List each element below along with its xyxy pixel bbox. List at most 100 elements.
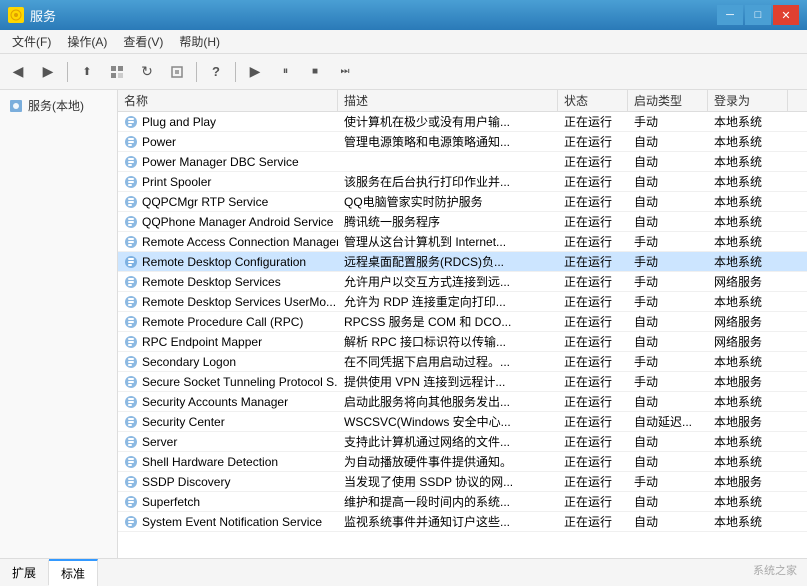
close-button[interactable]: ✕ [773, 5, 799, 25]
table-row[interactable]: Secondary Logon在不同凭据下启用启动过程。...正在运行手动本地系… [118, 352, 807, 372]
table-row[interactable]: Security CenterWSCSVC(Windows 安全中心...正在运… [118, 412, 807, 432]
service-icon [124, 395, 138, 409]
toolbar: ◀ ▶ ⬆ ↻ ? ▶ ⏸ ■ ⏭ [0, 54, 807, 90]
cell-name: Plug and Play [118, 112, 338, 131]
cell-startup: 自动 [628, 132, 708, 151]
table-row[interactable]: Remote Access Connection Manager管理从这台计算机… [118, 232, 807, 252]
toolbar-separator-2 [196, 62, 197, 82]
table-row[interactable]: Power Manager DBC Service正在运行自动本地系统 [118, 152, 807, 172]
cell-desc: 当发现了使用 SSDP 协议的网... [338, 472, 558, 491]
sidebar-item-local[interactable]: 服务(本地) [4, 94, 113, 117]
pause-button[interactable]: ⏸ [271, 58, 299, 86]
menu-view[interactable]: 查看(V) [115, 31, 171, 52]
header-desc[interactable]: 描述 [338, 90, 558, 111]
cell-startup: 自动 [628, 492, 708, 511]
header-login[interactable]: 登录为 [708, 90, 788, 111]
minimize-button[interactable]: ─ [717, 5, 743, 25]
header-startup[interactable]: 启动类型 [628, 90, 708, 111]
show-hide-button[interactable] [103, 58, 131, 86]
tab-standard[interactable]: 标准 [49, 559, 98, 586]
service-name-text: Shell Hardware Detection [142, 455, 278, 469]
cell-status: 正在运行 [558, 272, 628, 291]
table-row[interactable]: QQPhone Manager Android Service腾讯统一服务程序正… [118, 212, 807, 232]
service-name-text: Security Accounts Manager [142, 395, 288, 409]
service-name-text: RPC Endpoint Mapper [142, 335, 262, 349]
menu-file[interactable]: 文件(F) [4, 31, 59, 52]
table-row[interactable]: QQPCMgr RTP ServiceQQ电脑管家实时防护服务正在运行自动本地系… [118, 192, 807, 212]
service-name-text: Power Manager DBC Service [142, 155, 299, 169]
table-row[interactable]: RPC Endpoint Mapper解析 RPC 接口标识符以传输...正在运… [118, 332, 807, 352]
cell-startup: 自动 [628, 392, 708, 411]
export-button[interactable] [163, 58, 191, 86]
cell-desc: 监视系统事件并通知订户这些... [338, 512, 558, 531]
service-name-text: SSDP Discovery [142, 475, 230, 489]
table-row[interactable]: Server支持此计算机通过网络的文件...正在运行自动本地系统 [118, 432, 807, 452]
cell-startup: 自动 [628, 172, 708, 191]
header-name[interactable]: 名称 [118, 90, 338, 111]
cell-startup: 手动 [628, 112, 708, 131]
cell-name: Remote Desktop Configuration [118, 252, 338, 271]
tab-expand[interactable]: 扩展 [0, 560, 49, 585]
service-icon [124, 135, 138, 149]
cell-desc: 允许为 RDP 连接重定向打印... [338, 292, 558, 311]
header-status[interactable]: 状态 [558, 90, 628, 111]
back-button[interactable]: ◀ [4, 58, 32, 86]
restart-button[interactable]: ⏭ [331, 58, 359, 86]
forward-button[interactable]: ▶ [34, 58, 62, 86]
service-icon [124, 235, 138, 249]
cell-desc: 解析 RPC 接口标识符以传输... [338, 332, 558, 351]
table-row[interactable]: Plug and Play使计算机在极少或没有用户输...正在运行手动本地系统 [118, 112, 807, 132]
table-row[interactable]: Remote Desktop Configuration远程桌面配置服务(RDC… [118, 252, 807, 272]
stop-button[interactable]: ■ [301, 58, 329, 86]
service-icon [124, 355, 138, 369]
cell-name: Server [118, 432, 338, 451]
cell-login: 本地系统 [708, 132, 788, 151]
table-row[interactable]: Print Spooler该服务在后台执行打印作业并...正在运行自动本地系统 [118, 172, 807, 192]
sidebar: 服务(本地) [0, 90, 118, 558]
help-button[interactable]: ? [202, 58, 230, 86]
cell-login: 本地系统 [708, 512, 788, 531]
table-row[interactable]: Remote Procedure Call (RPC)RPCSS 服务是 COM… [118, 312, 807, 332]
cell-login: 本地系统 [708, 292, 788, 311]
services-local-icon [8, 98, 24, 114]
table-row[interactable]: Security Accounts Manager启动此服务将向其他服务发出..… [118, 392, 807, 412]
status-bar: 扩展 标准 [0, 558, 807, 586]
refresh-button[interactable]: ↻ [133, 58, 161, 86]
up-button[interactable]: ⬆ [73, 58, 101, 86]
sidebar-item-label: 服务(本地) [28, 97, 84, 114]
table-row[interactable]: System Event Notification Service监视系统事件并… [118, 512, 807, 532]
service-name-text: Plug and Play [142, 115, 216, 129]
cell-desc: 支持此计算机通过网络的文件... [338, 432, 558, 451]
service-icon [124, 215, 138, 229]
cell-status: 正在运行 [558, 252, 628, 271]
table-row[interactable]: Shell Hardware Detection为自动播放硬件事件提供通知。正在… [118, 452, 807, 472]
table-row[interactable]: Secure Socket Tunneling Protocol S...提供使… [118, 372, 807, 392]
table-row[interactable]: SSDP Discovery当发现了使用 SSDP 协议的网...正在运行手动本… [118, 472, 807, 492]
service-icon [124, 335, 138, 349]
table-row[interactable]: Remote Desktop Services允许用户以交互方式连接到远...正… [118, 272, 807, 292]
cell-login: 本地系统 [708, 232, 788, 251]
table-row[interactable]: Remote Desktop Services UserMo...允许为 RDP… [118, 292, 807, 312]
cell-startup: 自动延迟... [628, 412, 708, 431]
cell-login: 网络服务 [708, 332, 788, 351]
table-body[interactable]: Plug and Play使计算机在极少或没有用户输...正在运行手动本地系统P… [118, 112, 807, 558]
menu-action[interactable]: 操作(A) [59, 31, 115, 52]
menu-help[interactable]: 帮助(H) [171, 31, 228, 52]
cell-login: 本地系统 [708, 392, 788, 411]
service-name-text: Remote Procedure Call (RPC) [142, 315, 303, 329]
play-button[interactable]: ▶ [241, 58, 269, 86]
title-bar: 服务 ─ □ ✕ [0, 0, 807, 30]
maximize-button[interactable]: □ [745, 5, 771, 25]
table-row[interactable]: Superfetch维护和提高一段时间内的系统...正在运行自动本地系统 [118, 492, 807, 512]
cell-name: Remote Desktop Services [118, 272, 338, 291]
cell-startup: 自动 [628, 452, 708, 471]
table-row[interactable]: Power管理电源策略和电源策略通知...正在运行自动本地系统 [118, 132, 807, 152]
cell-startup: 自动 [628, 212, 708, 231]
cell-login: 本地系统 [708, 492, 788, 511]
service-icon [124, 155, 138, 169]
cell-name: QQPhone Manager Android Service [118, 212, 338, 231]
cell-login: 本地系统 [708, 172, 788, 191]
service-icon [124, 375, 138, 389]
service-name-text: Remote Desktop Services [142, 275, 281, 289]
service-name-text: Security Center [142, 415, 225, 429]
